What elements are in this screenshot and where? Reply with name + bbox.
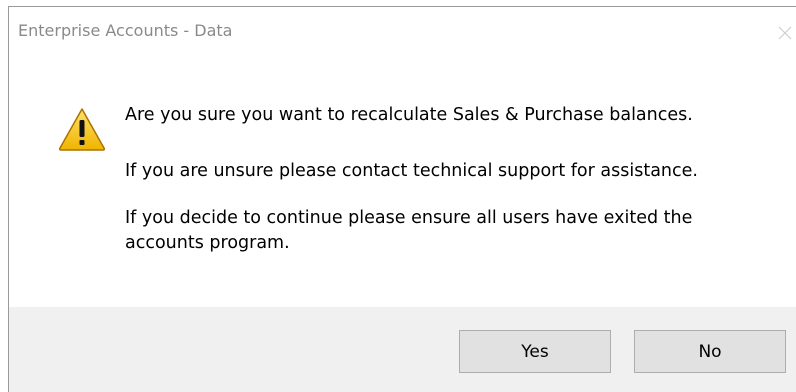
message-dialog: Enterprise Accounts - Data Are you sure … xyxy=(0,0,796,392)
warning-icon xyxy=(58,108,106,151)
yes-button[interactable]: Yes xyxy=(459,330,611,373)
window-title: Enterprise Accounts - Data xyxy=(18,21,233,40)
message-line-1: Are you sure you want to recalculate Sal… xyxy=(125,105,693,125)
title-bar[interactable]: Enterprise Accounts - Data xyxy=(9,7,796,55)
message-area: Are you sure you want to recalculate Sal… xyxy=(9,55,796,307)
message-line-3: If you decide to continue please ensure … xyxy=(125,208,693,228)
close-icon xyxy=(778,26,792,40)
close-button[interactable] xyxy=(773,21,796,45)
no-button[interactable]: No xyxy=(634,330,786,373)
message-line-3-continued: accounts program. xyxy=(125,233,290,253)
message-line-2: If you are unsure please contact technic… xyxy=(125,161,698,181)
button-bar: Yes No xyxy=(9,307,796,392)
